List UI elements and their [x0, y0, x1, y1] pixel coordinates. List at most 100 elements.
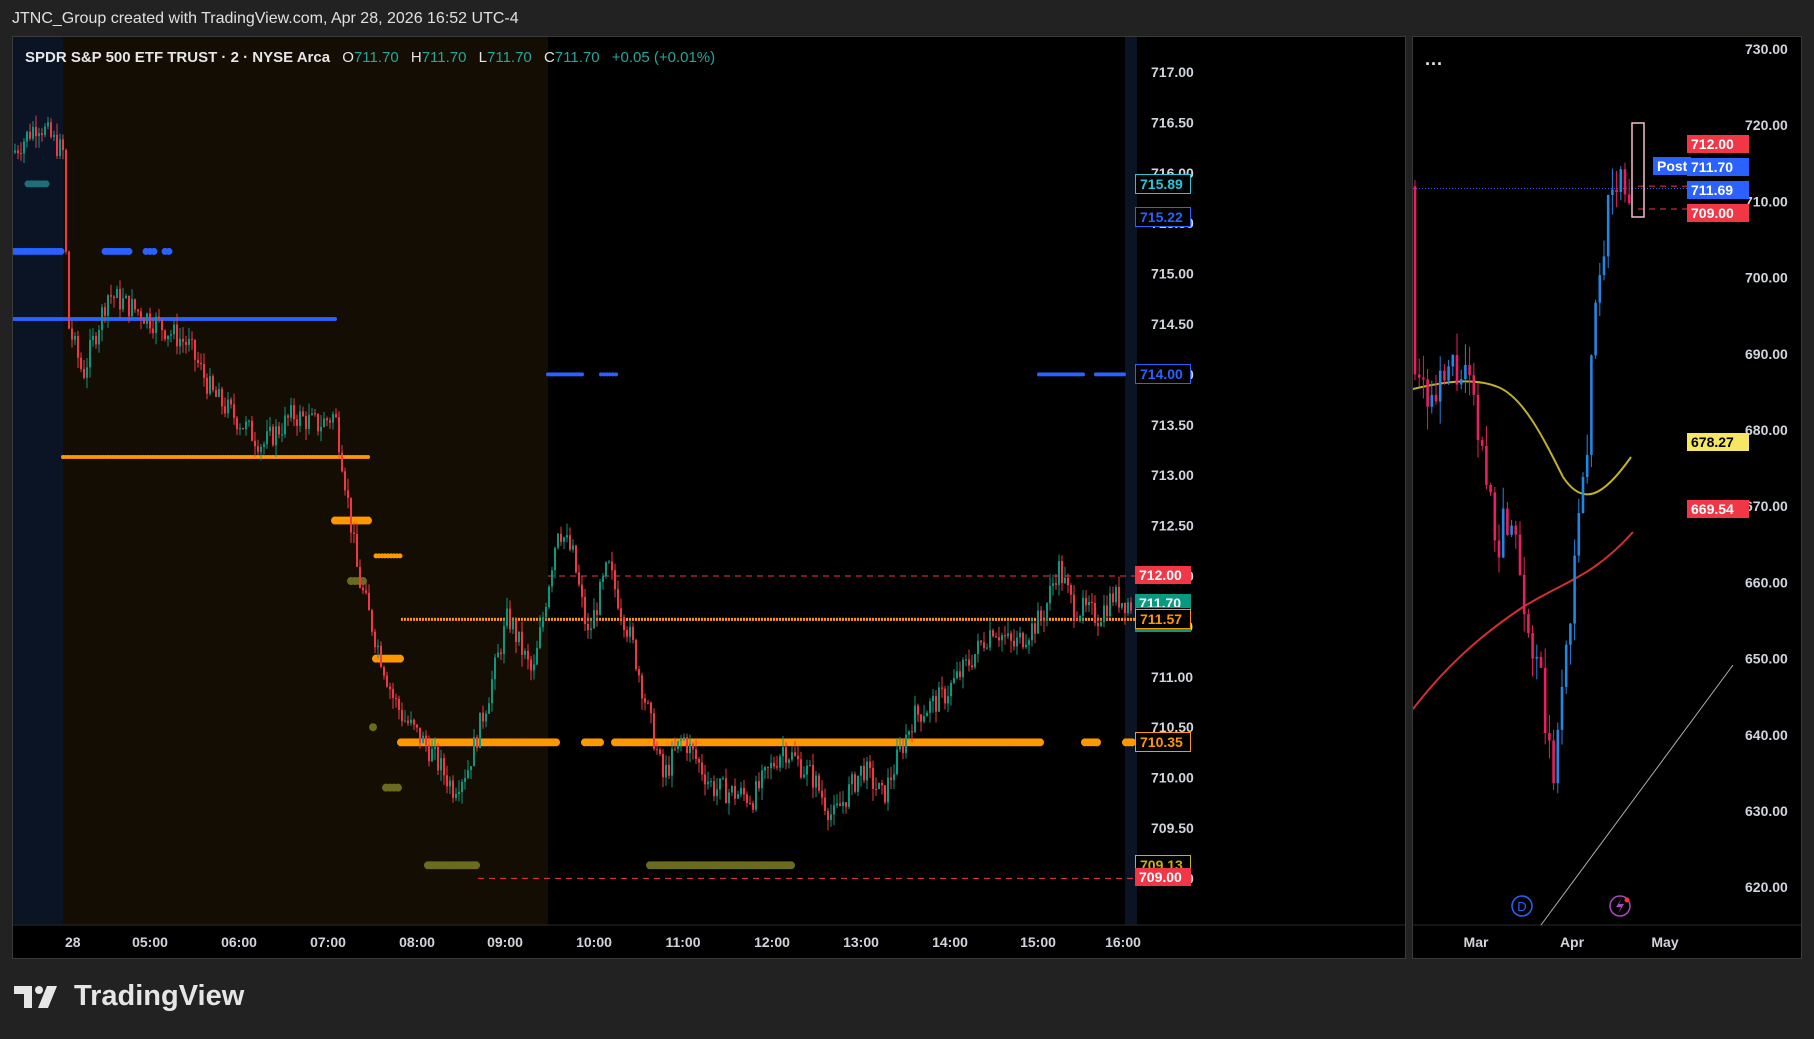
candle-body	[617, 589, 619, 609]
candle-body	[818, 775, 820, 791]
intraday-chart-canvas[interactable]: 717.00716.50716.00715.50715.00714.50714.…	[13, 37, 1406, 959]
candle-body	[911, 731, 913, 733]
candle-body	[881, 782, 883, 786]
candle-body	[44, 126, 46, 136]
candle-body	[572, 545, 574, 550]
change-value: +0.05 (+0.01%)	[611, 49, 716, 66]
candle-body	[506, 608, 508, 626]
candle-body	[989, 630, 991, 648]
candle-body	[1001, 635, 1003, 641]
candle-body	[458, 792, 460, 794]
candle-body	[620, 608, 622, 618]
candle-body	[335, 414, 337, 417]
x-tick-label: 14:00	[932, 934, 968, 950]
x-tick-label: 28	[65, 934, 81, 950]
daily-candle-body	[1480, 440, 1484, 446]
candle-body	[890, 777, 892, 781]
candle-body	[614, 570, 616, 590]
post-market-badge: Post	[1653, 157, 1692, 175]
symbol-title[interactable]: SPDR S&P 500 ETF TRUST · 2 · NYSE Arca	[25, 49, 330, 66]
candle-body	[1067, 577, 1069, 586]
candle-body	[899, 745, 901, 750]
candle-body	[1019, 632, 1021, 638]
candle-body	[299, 411, 301, 426]
y-tick-label: 680.00	[1745, 422, 1788, 438]
candle-body	[671, 748, 673, 776]
candle-body	[722, 778, 724, 780]
daily-candle-body	[1514, 525, 1518, 535]
candle-body	[575, 545, 577, 573]
candle-body	[290, 405, 292, 418]
candle-body	[1121, 602, 1123, 608]
candle-body	[623, 617, 625, 631]
candle-body	[212, 376, 214, 391]
candle-body	[311, 413, 313, 415]
candle-body	[1061, 561, 1063, 584]
price-tag-715.89: 715.89	[1135, 173, 1191, 194]
daily-chart-pane[interactable]: 730.00 720.00 710.00 700.00 690.00 680.00 670.…	[1412, 36, 1802, 959]
candle-body	[347, 490, 349, 498]
candle-body	[428, 745, 430, 762]
candle-body	[434, 746, 436, 749]
candle-body	[1037, 610, 1039, 634]
candle-body	[938, 687, 940, 712]
candle-body	[626, 630, 628, 637]
candle-body	[605, 562, 607, 577]
candle-body	[35, 126, 37, 137]
candle-body	[1076, 618, 1078, 620]
daily-candle-body	[1493, 492, 1497, 541]
candle-body	[941, 687, 943, 689]
candle-body	[47, 122, 49, 127]
candle-body	[1073, 594, 1075, 619]
candle-body	[116, 288, 118, 298]
candle-body	[782, 747, 784, 757]
more-options-button[interactable]: ...	[1425, 49, 1443, 70]
y-tick-label: 670.00	[1745, 498, 1788, 514]
candle-body	[752, 803, 754, 810]
low-value: 711.70	[487, 49, 532, 66]
daily-candle-body	[1413, 186, 1417, 375]
candle-body	[641, 675, 643, 699]
price-tag-711.57: 711.57	[1135, 609, 1191, 630]
candle-body	[374, 631, 376, 648]
trend-line	[1540, 664, 1734, 926]
candle-body	[269, 426, 271, 432]
candle-body	[1115, 586, 1117, 603]
candle-body	[776, 766, 778, 768]
candle-body	[524, 650, 526, 655]
daily-candle-body	[1531, 633, 1534, 659]
candle-body	[98, 329, 100, 345]
intraday-chart-pane[interactable]: 717.00716.50716.00715.50715.00714.50714.…	[12, 36, 1406, 959]
candle-body	[539, 627, 541, 648]
x-tick-label: 08:00	[399, 934, 435, 950]
candle-body	[1052, 583, 1054, 586]
candle-body	[149, 313, 151, 329]
orange-level-dots	[596, 738, 604, 747]
price-tag-712.00: 712.00	[1135, 566, 1191, 584]
candle-body	[362, 587, 364, 591]
daily-candle-body	[1581, 477, 1585, 514]
daily-candle-body	[1472, 375, 1476, 395]
candle-body	[893, 774, 895, 781]
candle-body	[713, 781, 715, 797]
daily-candle-body	[1489, 484, 1492, 493]
candle-body	[1004, 635, 1006, 637]
candle-body	[992, 630, 994, 637]
candle-body	[356, 533, 358, 567]
x-tick-label: Mar	[1464, 934, 1489, 950]
candle-body	[14, 150, 16, 153]
candle-body	[635, 639, 637, 670]
candle-body	[527, 650, 529, 660]
daily-candle-body	[1455, 354, 1459, 385]
candle-body	[833, 805, 835, 815]
candle-body	[1013, 640, 1015, 647]
candle-body	[755, 781, 757, 810]
candle-body	[140, 311, 142, 320]
candle-body	[560, 533, 562, 542]
candle-body	[908, 731, 910, 735]
candle-body	[50, 122, 52, 137]
symbol-legend[interactable]: SPDR S&P 500 ETF TRUST · 2 · NYSE Arca O…	[25, 49, 715, 66]
candle-body	[839, 803, 841, 806]
x-tick-label: May	[1651, 934, 1678, 950]
candle-body	[1097, 622, 1099, 627]
